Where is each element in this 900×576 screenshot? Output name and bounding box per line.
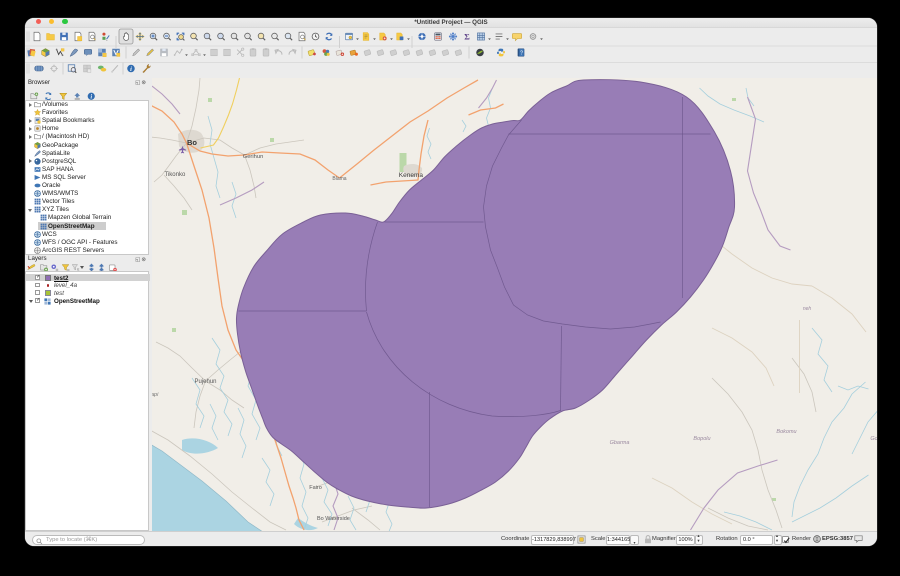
- svg-text:Bo Waterside: Bo Waterside: [317, 516, 350, 522]
- svg-text:Σ: Σ: [464, 31, 470, 41]
- svg-text:Blama: Blama: [332, 176, 346, 182]
- svg-text:api: api: [152, 392, 159, 398]
- svg-text:neh: neh: [802, 306, 811, 312]
- svg-text:Fairo: Fairo: [309, 485, 322, 491]
- svg-text:Tikonko: Tikonko: [164, 172, 185, 178]
- svg-text:i: i: [130, 65, 132, 72]
- svg-text:Kenema: Kenema: [398, 172, 423, 179]
- svg-text:Gerihun: Gerihun: [242, 154, 263, 160]
- svg-text:Bo: Bo: [187, 138, 197, 147]
- svg-text:Pujehun: Pujehun: [194, 379, 216, 385]
- svg-text:Bokomu: Bokomu: [776, 429, 796, 435]
- svg-text:?: ?: [520, 50, 523, 56]
- svg-text:Gbarma: Gbarma: [609, 440, 629, 446]
- svg-text:Go: Go: [870, 436, 877, 442]
- svg-text:Bopolu: Bopolu: [693, 436, 710, 442]
